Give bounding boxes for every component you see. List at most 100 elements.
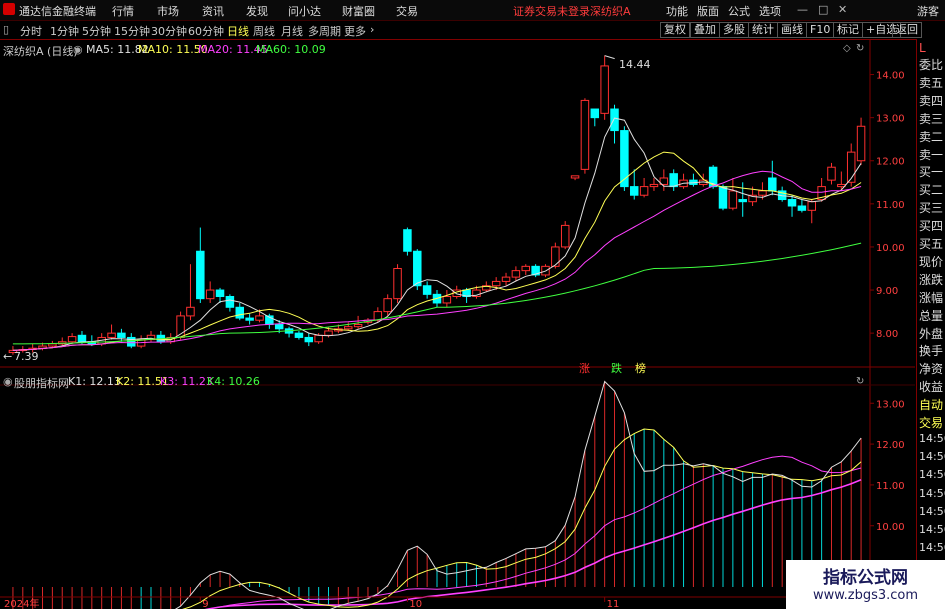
candle-body: [521, 265, 531, 272]
date-label: 11: [607, 599, 620, 609]
side-item[interactable]: 14:56: [919, 505, 945, 518]
side-item[interactable]: 买三: [919, 199, 943, 216]
candle-body: [827, 166, 836, 181]
candle-body: [205, 289, 215, 300]
side-item[interactable]: 卖一: [919, 146, 943, 163]
candle-body: [787, 199, 797, 207]
candle-body: [649, 183, 659, 188]
toolbar-grid-icon[interactable]: ▯: [3, 23, 9, 36]
candle-body: [403, 229, 412, 252]
f10-button[interactable]: F10: [806, 22, 835, 38]
sub-axis-label: 13.00: [876, 399, 905, 410]
side-item[interactable]: 总量: [919, 307, 943, 324]
candle-body: [738, 199, 747, 203]
tab-period-intraday[interactable]: 分时: [20, 23, 42, 39]
menu-item-assistant[interactable]: 问小达: [288, 3, 321, 19]
menu-item-trade[interactable]: 交易: [396, 3, 418, 19]
menu-item-wealth[interactable]: 财富圈: [342, 3, 375, 19]
mark-button[interactable]: 标记: [833, 22, 863, 38]
side-item[interactable]: 卖三: [919, 110, 943, 127]
tag-fall[interactable]: 跌: [611, 360, 622, 376]
side-item[interactable]: 涨跌: [919, 271, 943, 288]
more-chevron-icon[interactable]: ›: [370, 23, 374, 36]
candle-body: [67, 336, 77, 343]
menu-item-discover[interactable]: 发现: [246, 3, 268, 19]
candle-body: [610, 108, 619, 132]
tab-period-60min[interactable]: 60分钟: [188, 23, 224, 39]
side-item[interactable]: 买二: [919, 181, 943, 198]
tab-period-monthly[interactable]: 月线: [281, 23, 303, 39]
overlay-button[interactable]: 叠加: [690, 22, 720, 38]
back-button[interactable]: 返回: [892, 22, 922, 38]
side-item[interactable]: 现价: [919, 253, 943, 270]
candle-body: [314, 334, 323, 343]
menu-item-market[interactable]: 市场: [157, 3, 179, 19]
side-item[interactable]: 14:56: [919, 541, 945, 554]
side-item[interactable]: 外盘: [919, 325, 943, 342]
high-pointer: [604, 55, 615, 60]
minimize-icon[interactable]: —: [797, 3, 808, 16]
side-item[interactable]: 卖五: [919, 74, 943, 91]
tab-period-more[interactable]: 更多: [344, 23, 366, 39]
tab-period-30min[interactable]: 30分钟: [151, 23, 187, 39]
side-item[interactable]: 卖四: [919, 92, 943, 109]
menu-item-options[interactable]: 选项: [759, 3, 781, 19]
tag-rank[interactable]: 榜: [635, 360, 646, 376]
menu-item-quotes[interactable]: 行情: [112, 3, 134, 19]
candle-body: [413, 250, 422, 287]
candle-body: [511, 270, 521, 278]
watermark-url: www.zbgs3.com: [812, 588, 919, 603]
side-item[interactable]: 自动: [919, 396, 943, 413]
login-warning[interactable]: 证券交易未登录: [513, 3, 590, 19]
side-item[interactable]: 卖二: [919, 128, 943, 145]
chart-area[interactable]: 14.00 13.00 12.00 11.00 10.00 9.00 8.00 13.00 12…: [0, 39, 915, 609]
candle-body: [48, 343, 57, 347]
tab-period-5min[interactable]: 5分钟: [82, 23, 111, 39]
draw-line-button[interactable]: 画线: [777, 22, 807, 38]
multi-stock-button[interactable]: 多股: [719, 22, 749, 38]
kline-chart[interactable]: 14.00 13.00 12.00 11.00 10.00 9.00 8.00 13.00 12…: [0, 39, 915, 609]
tag-rise[interactable]: 涨: [579, 360, 590, 376]
side-item[interactable]: 14:56: [919, 450, 945, 463]
side-item[interactable]: L: [919, 41, 926, 55]
tab-period-1min[interactable]: 1分钟: [50, 23, 79, 39]
adjust-button[interactable]: 复权: [660, 22, 690, 38]
menu-item-layout[interactable]: 版面: [697, 3, 719, 19]
sub-refresh-icon: ↻: [856, 376, 864, 387]
menu-bar: 通达信金融终端 行情 市场 资讯 发现 问小达 财富圈 交易 证券交易未登录 深…: [0, 0, 945, 21]
side-item[interactable]: 涨幅: [919, 289, 943, 306]
chart-refresh-icon: ↻: [856, 43, 864, 54]
menu-item-function[interactable]: 功能: [666, 3, 688, 19]
side-item[interactable]: 14:56: [919, 468, 945, 481]
side-item[interactable]: 买五: [919, 235, 943, 252]
side-item[interactable]: 交易: [919, 414, 943, 431]
close-icon[interactable]: ✕: [838, 3, 847, 16]
side-item[interactable]: 收益: [919, 378, 943, 395]
maximize-icon[interactable]: □: [818, 3, 828, 16]
sub-legend-toggle-icon[interactable]: ◉: [3, 375, 13, 388]
menu-item-news[interactable]: 资讯: [202, 3, 224, 19]
tab-period-weekly[interactable]: 周线: [253, 23, 275, 39]
tab-period-multi[interactable]: 多周期: [308, 23, 341, 39]
sub-chart-title: 股朋指标网: [14, 377, 69, 390]
side-item[interactable]: 14:56: [919, 487, 945, 500]
side-item[interactable]: 委比: [919, 56, 943, 73]
candle-body: [501, 276, 511, 282]
side-item[interactable]: 换手: [919, 342, 943, 359]
tab-period-daily[interactable]: 日线: [227, 23, 249, 39]
side-item[interactable]: 买一: [919, 163, 943, 180]
side-item[interactable]: 买四: [919, 217, 943, 234]
side-item[interactable]: 净资: [919, 360, 943, 377]
statistics-button[interactable]: 统计: [748, 22, 778, 38]
candle-body: [245, 317, 254, 321]
sub-axis-label: 10.00: [876, 522, 905, 533]
menu-item-formula[interactable]: 公式: [728, 3, 750, 19]
candle-body: [196, 250, 205, 300]
candle-body: [629, 186, 639, 196]
side-item[interactable]: 14:56: [919, 432, 945, 445]
side-item[interactable]: 14:56: [919, 523, 945, 536]
legend-toggle-icon[interactable]: ◉: [73, 43, 83, 56]
guest-label[interactable]: 游客: [917, 3, 939, 19]
candle-body: [343, 326, 353, 330]
tab-period-15min[interactable]: 15分钟: [114, 23, 150, 39]
